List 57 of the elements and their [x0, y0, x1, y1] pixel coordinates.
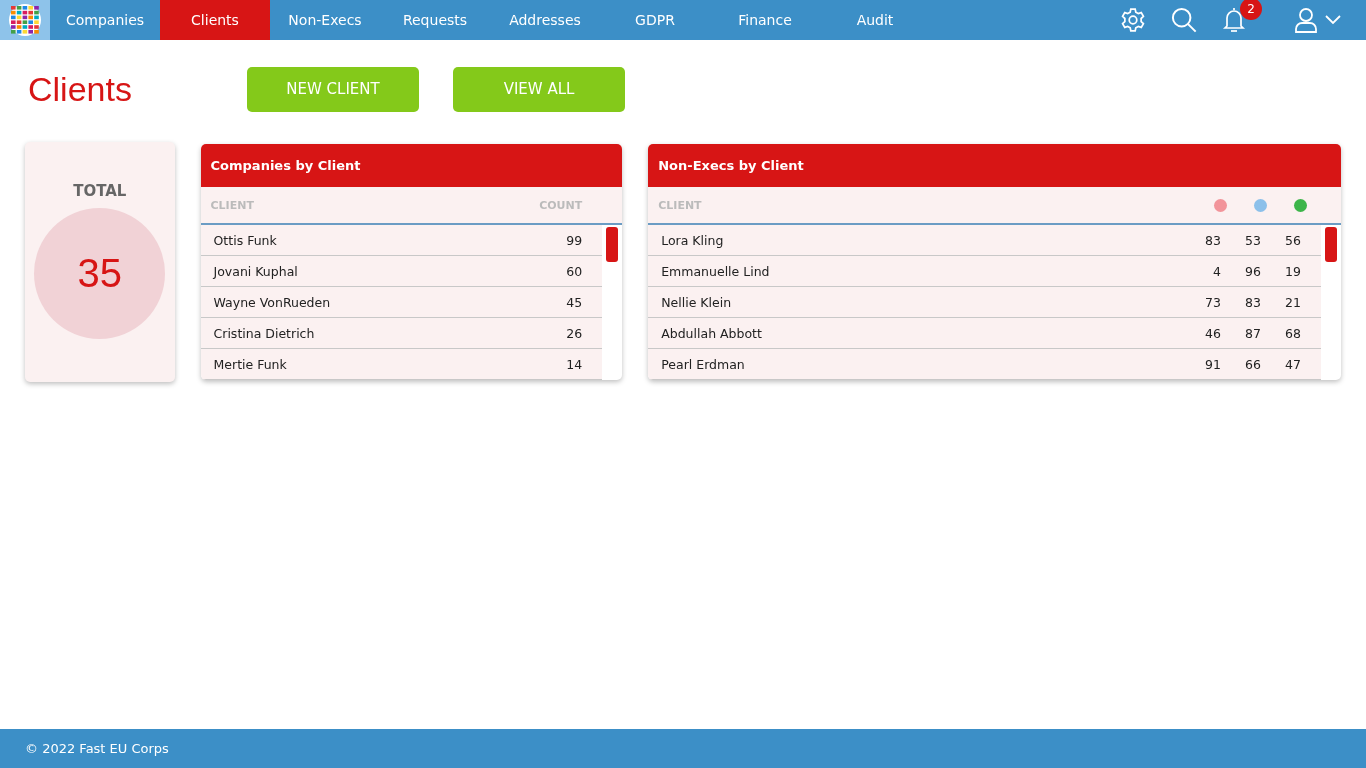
card-title: Non-Execs by Client [648, 144, 1341, 187]
client-name: Wayne VonRueden [213, 294, 331, 310]
count-cell-text: 46 [1204, 325, 1221, 341]
page-title: Clients [28, 69, 133, 109]
action-button[interactable]: VIEW ALL [453, 66, 625, 112]
client-name: Nellie Klein [661, 294, 732, 310]
count-cell-text: 19 [1284, 263, 1301, 279]
client-name: Pearl Erdman [661, 356, 745, 372]
client-name: Mertie Funk [213, 356, 287, 372]
count-cell-text: 91 [1204, 356, 1221, 372]
count-cell-text: 96 [1244, 263, 1261, 279]
globe-logo-icon[interactable] [8, 3, 42, 37]
search-icon[interactable] [1170, 6, 1198, 34]
column-header: COUNT [539, 198, 583, 212]
count-cell-text: 83 [1244, 294, 1261, 310]
nav-tab[interactable]: Addresses [490, 0, 600, 40]
count-cell-text: 60 [565, 263, 583, 279]
total-label: TOTAL [73, 182, 127, 200]
count-cell-text: 87 [1244, 325, 1261, 341]
bell-icon[interactable] [1222, 6, 1246, 34]
count-cell-text: 21 [1284, 294, 1301, 310]
scrollbar-thumb[interactable] [1325, 227, 1337, 262]
count-cell-text: 47 [1284, 356, 1301, 372]
notification-badge: 2 [1240, 0, 1262, 20]
nav-tab[interactable]: Clients [160, 0, 270, 40]
count-cell-text: 4 [1212, 263, 1221, 279]
action-button[interactable]: NEW CLIENT [247, 66, 419, 112]
count-cell-text: 83 [1204, 232, 1221, 248]
client-name: Ottis Funk [213, 232, 277, 248]
client-name: Emmanuelle Lind [661, 263, 770, 279]
column-header: CLIENT [210, 198, 254, 212]
copyright-text: © 2022 Fast EU Corps [25, 741, 169, 756]
count-cell-text: 99 [565, 232, 583, 248]
client-name: Jovani Kuphal [213, 263, 298, 279]
card-title: Companies by Client [200, 144, 623, 187]
nav-tab[interactable]: Companies [50, 0, 160, 40]
nav-tab[interactable]: Requests [380, 0, 490, 40]
settings-icon[interactable] [1120, 7, 1146, 33]
scrollbar-thumb[interactable] [606, 227, 619, 262]
nav-tab[interactable]: Finance [710, 0, 820, 40]
nav-tab[interactable]: GDPR [600, 0, 710, 40]
count-cell-text: 45 [565, 294, 583, 310]
count-cell-text: 73 [1204, 294, 1221, 310]
count-cell-text: 14 [565, 356, 583, 372]
column-header: CLIENT [658, 198, 702, 212]
count-cell-text: 66 [1244, 356, 1261, 372]
count-cell-text: 68 [1284, 325, 1301, 341]
nav-tab[interactable]: Non-Execs [270, 0, 380, 40]
client-name: Cristina Dietrich [213, 325, 315, 341]
total-count: 35 [34, 208, 166, 339]
client-name: Abdullah Abbott [661, 325, 762, 341]
count-cell-text: 26 [565, 325, 583, 341]
client-name: Lora Kling [661, 232, 724, 248]
count-cell-text: 53 [1244, 232, 1261, 248]
count-cell-text: 56 [1284, 232, 1301, 248]
nav-tab[interactable]: Audit [820, 0, 930, 40]
user-menu-icon[interactable] [1294, 7, 1344, 33]
